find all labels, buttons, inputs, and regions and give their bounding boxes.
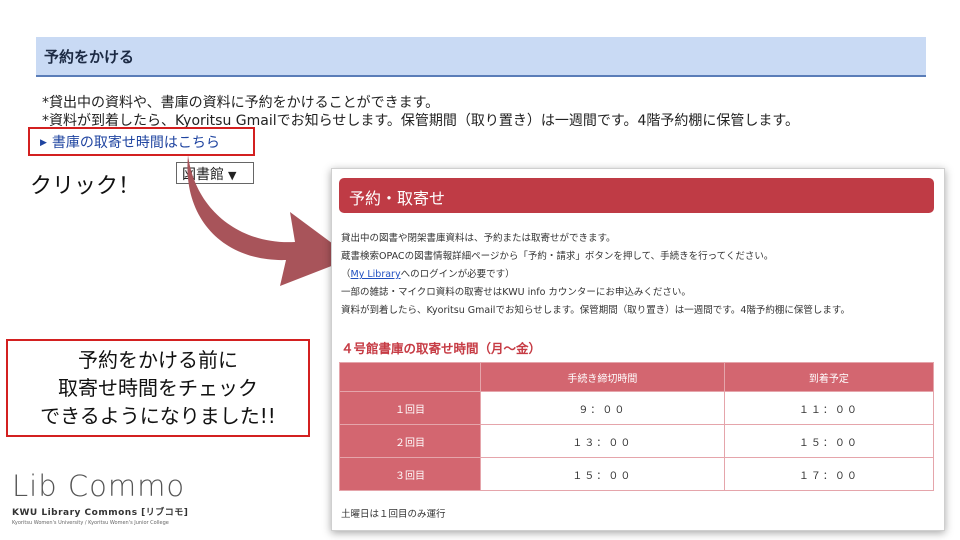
logo-tiny-text: Kyoritsu Women's University / Kyoritsu W… (12, 520, 169, 526)
row-label: ２回目 (339, 424, 481, 458)
deadline-cell: １５：００ (480, 457, 725, 491)
arrival-cell: １７：００ (723, 457, 935, 491)
panel-intro-line-4: 資料が到着したら、Kyoritsu Gmailでお知らせします。保管期間（取り置… (341, 305, 850, 316)
retrieval-time-link-label: 書庫の取寄せ時間はこちら (51, 135, 220, 151)
login-note-suffix: へのログインが必要です） (400, 269, 515, 280)
deadline-cell: ９：００ (480, 391, 725, 425)
saturday-note: 土曜日は１回目のみ運行 (341, 509, 446, 520)
table-row: ３回目 １５：００ １７：００ (339, 457, 935, 491)
retrieval-schedule-table: 手続き締切時間 到着予定 １回目 ９：００ １１：００ ２回目 １３：００ １５… (339, 362, 935, 491)
my-library-link[interactable]: My Library (351, 269, 401, 280)
row-label: ３回目 (339, 457, 481, 491)
arrival-cell: １１：００ (723, 391, 935, 425)
col-header-deadline: 手続き締切時間 (480, 362, 725, 392)
click-label: クリック！ (30, 174, 141, 199)
table-row: １回目 ９：００ １１：００ (339, 391, 935, 425)
triangle-right-icon: ▶ (40, 138, 47, 148)
lib-commo-logo: Lib Commo KWU Library Commons [リブコモ] Kyo… (12, 470, 188, 526)
reserve-section-header: 予約をかける (36, 37, 926, 77)
callout-line-1: 予約をかける前に (78, 348, 238, 372)
panel-title: 予約・取寄せ (339, 178, 934, 213)
callout-line-3: できるようになりました!! (40, 404, 276, 428)
table-corner-cell (339, 362, 481, 392)
login-note-prefix: （ (341, 269, 351, 280)
reservation-panel: 予約・取寄せ 貸出中の図書や閉架書庫資料は、予約または取寄せができます。 蔵書検… (331, 168, 945, 531)
panel-login-note: （My Libraryへのログインが必要です） (341, 266, 515, 280)
col-header-arrival: 到着予定 (723, 362, 935, 392)
panel-intro-line-2: 蔵書検索OPACの図書情報詳細ページから「予約・請求」ボタンを押して、手続きを行… (341, 251, 774, 262)
deadline-cell: １３：００ (480, 424, 725, 458)
retrieval-time-link[interactable]: ▶ 書庫の取寄せ時間はこちら (40, 135, 220, 151)
logo-main-text: Lib Commo (12, 469, 186, 503)
table-row: ２回目 １３：００ １５：００ (339, 424, 935, 458)
row-label: １回目 (339, 391, 481, 425)
schedule-title: ４号館書庫の取寄せ時間（月～金） (341, 341, 542, 356)
reserve-info-line-1: *貸出中の資料や、書庫の資料に予約をかけることができます。 (42, 95, 440, 111)
panel-intro-line-3: 一部の雑誌・マイクロ資料の取寄せはKWU info カウンターにお申込みください… (341, 287, 691, 298)
callout-line-2: 取寄せ時間をチェック (58, 376, 258, 400)
panel-intro-line-1: 貸出中の図書や閉架書庫資料は、予約または取寄せができます。 (341, 233, 616, 244)
arrival-cell: １５：００ (723, 424, 935, 458)
logo-sub-text: KWU Library Commons [リブコモ] (12, 508, 189, 518)
table-header-row: 手続き締切時間 到着予定 (339, 362, 935, 392)
announcement-callout: 予約をかける前に 取寄せ時間をチェック できるようになりました!! (6, 339, 310, 437)
